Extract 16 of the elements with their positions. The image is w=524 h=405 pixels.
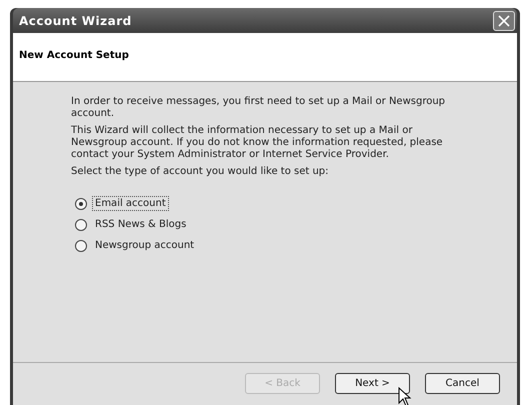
radio-button[interactable]	[75, 218, 87, 230]
close-button[interactable]	[493, 10, 515, 30]
window-title: Account Wizard	[19, 14, 132, 28]
mouse-pointer-icon	[398, 387, 412, 405]
wizard-button[interactable]: Next >	[335, 373, 410, 394]
instruction-text: In order to receive messages, you first need to set up a Mail or Newsgroup account.	[71, 96, 446, 120]
instruction-text: This Wizard will collect the information necessary to set up a Mail or Newsgroup account. If you do not know the information requested, please contact your System Administrator or Internet Service Provider.	[71, 125, 444, 161]
page-title: New Account Setup	[19, 50, 129, 61]
radio-label[interactable]: Email account	[92, 196, 169, 211]
close-icon	[497, 14, 511, 28]
wizard-button[interactable]: Cancel	[425, 373, 500, 394]
instruction-text: Select the type of account you would like to set up:	[71, 166, 330, 178]
radio-label[interactable]: Newsgroup account	[92, 238, 198, 253]
radio-label[interactable]: RSS News & Blogs	[92, 217, 190, 232]
radio-button[interactable]	[75, 240, 87, 252]
radio-button[interactable]	[75, 198, 87, 210]
